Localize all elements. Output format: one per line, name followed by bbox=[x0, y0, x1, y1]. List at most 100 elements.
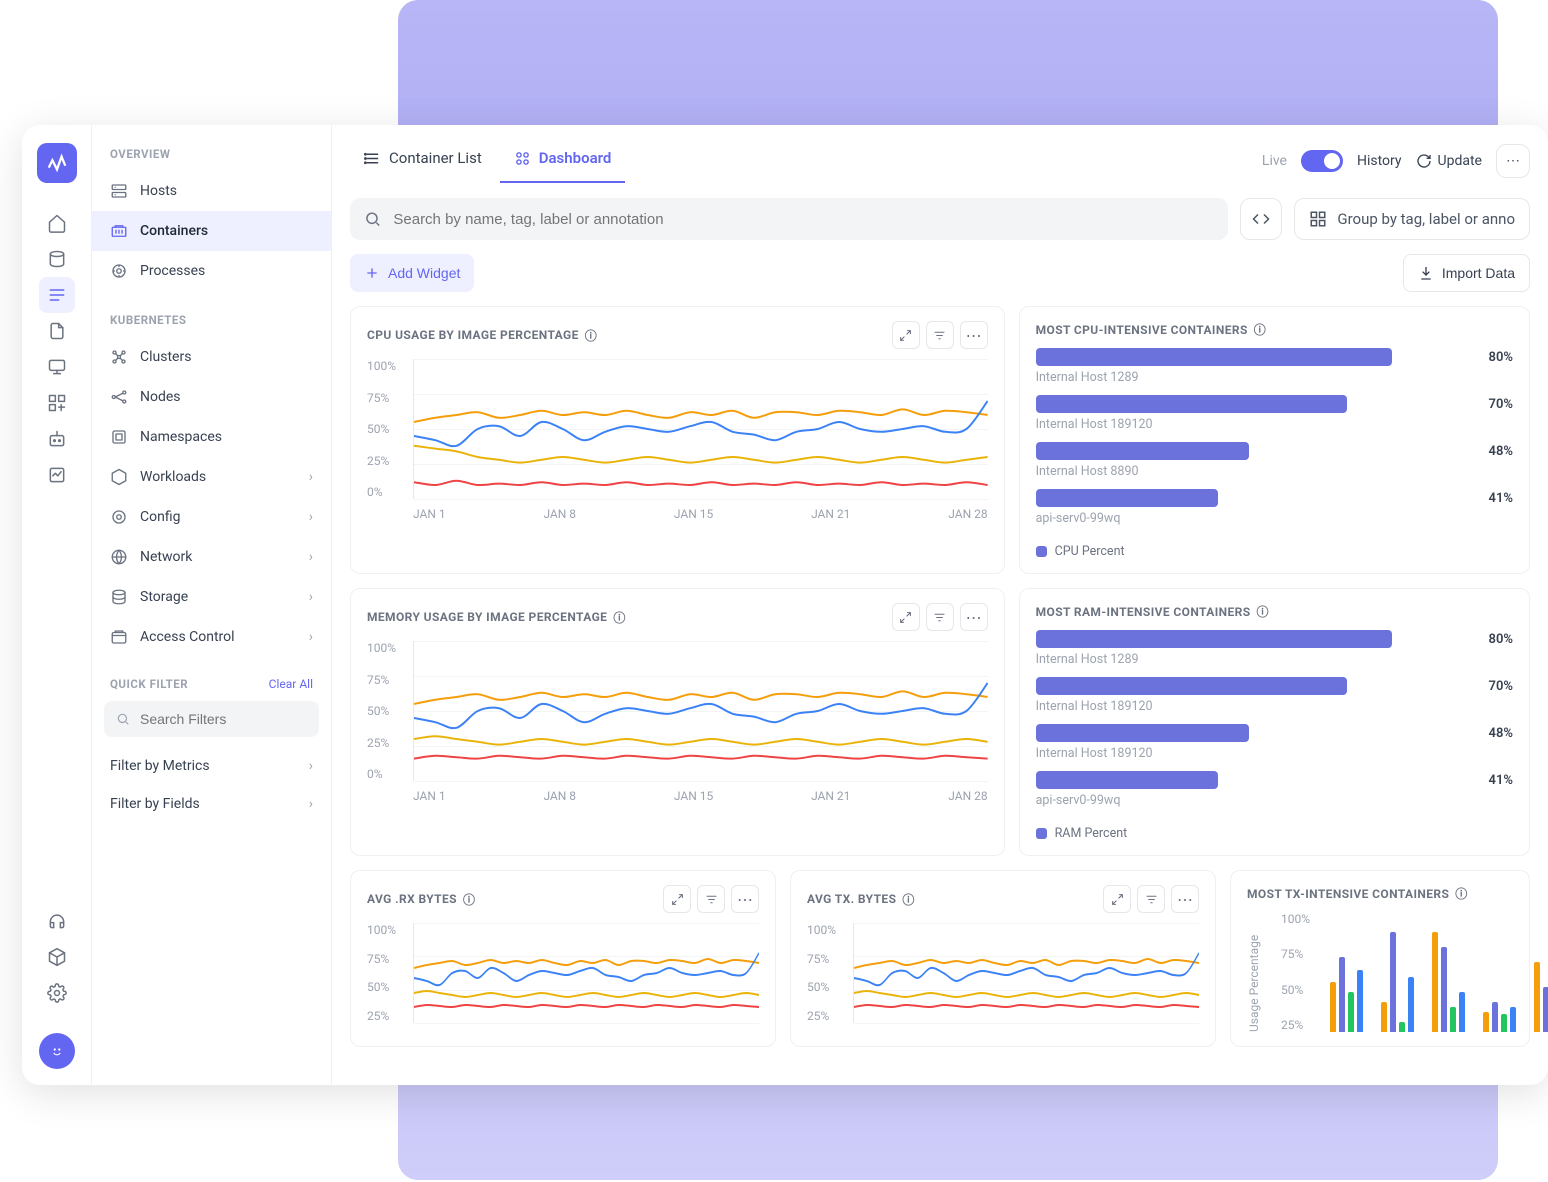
info-icon[interactable]: ⓘ bbox=[1455, 885, 1467, 902]
info-icon[interactable]: ⓘ bbox=[613, 609, 625, 626]
search-input[interactable] bbox=[393, 211, 1214, 228]
bar-value: 70% bbox=[1489, 397, 1513, 412]
y-tick: 0% bbox=[367, 485, 396, 499]
info-icon[interactable]: ⓘ bbox=[1257, 603, 1269, 620]
bar-group bbox=[1381, 932, 1414, 1032]
groupby-button[interactable]: Group by tag, label or anno bbox=[1294, 198, 1530, 240]
more-icon[interactable]: ⋯ bbox=[960, 603, 988, 631]
info-icon[interactable]: ⓘ bbox=[1254, 321, 1266, 338]
monitor-icon[interactable] bbox=[39, 349, 75, 385]
tab-container-list[interactable]: Container List bbox=[350, 139, 496, 183]
workloads-icon bbox=[110, 468, 128, 486]
tab-dashboard[interactable]: Dashboard bbox=[500, 139, 626, 183]
filter-icon[interactable] bbox=[697, 885, 725, 913]
bar bbox=[1330, 982, 1336, 1032]
sidebar-item-config[interactable]: Config› bbox=[92, 497, 331, 537]
more-icon[interactable]: ⋯ bbox=[1171, 885, 1199, 913]
bar bbox=[1432, 932, 1438, 1032]
expand-icon[interactable] bbox=[892, 321, 920, 349]
topbar: Container ListDashboard Live History Upd… bbox=[332, 125, 1548, 184]
more-icon[interactable]: ⋯ bbox=[731, 885, 759, 913]
rx-card: AVG .RX BYTESⓘ ⋯ 100%75%50%25% bbox=[350, 870, 776, 1047]
chevron-right-icon: › bbox=[309, 758, 313, 774]
import-data-button[interactable]: Import Data bbox=[1403, 254, 1530, 292]
y-tick: 50% bbox=[1281, 983, 1310, 997]
page-icon[interactable] bbox=[39, 313, 75, 349]
sidebar-item-access-control[interactable]: Access Control› bbox=[92, 617, 331, 657]
gear-icon[interactable] bbox=[39, 975, 75, 1011]
more-button[interactable]: ⋯ bbox=[1496, 144, 1530, 178]
sidebar-item-containers[interactable]: Containers bbox=[92, 211, 331, 251]
y-tick: 100% bbox=[807, 923, 836, 937]
y-tick: 50% bbox=[367, 704, 396, 718]
app-logo[interactable] bbox=[37, 143, 77, 183]
home-icon[interactable] bbox=[39, 205, 75, 241]
list-icon[interactable] bbox=[39, 277, 75, 313]
process-icon bbox=[110, 262, 128, 280]
code-button[interactable] bbox=[1240, 198, 1282, 240]
sidebar-item-namespaces[interactable]: Namespaces bbox=[92, 417, 331, 457]
add-widget-button[interactable]: Add Widget bbox=[350, 254, 474, 292]
x-tick: JAN 1 bbox=[413, 507, 446, 521]
database-icon[interactable] bbox=[39, 241, 75, 277]
grid-icon[interactable] bbox=[39, 385, 75, 421]
card-title: MOST TX-INTENSIVE CONTAINERSⓘ bbox=[1247, 885, 1468, 902]
sidebar-item-clusters[interactable]: Clusters bbox=[92, 337, 331, 377]
y-tick: 25% bbox=[367, 736, 396, 750]
sidebar-item-label: Config bbox=[140, 509, 180, 525]
sidebar-item-storage[interactable]: Storage› bbox=[92, 577, 331, 617]
sidebar-item-nodes[interactable]: Nodes bbox=[92, 377, 331, 417]
sidebar-item-processes[interactable]: Processes bbox=[92, 251, 331, 291]
update-button[interactable]: Update bbox=[1416, 153, 1482, 169]
bar-value: 48% bbox=[1489, 444, 1513, 459]
expand-icon[interactable] bbox=[892, 603, 920, 631]
live-label: Live bbox=[1262, 153, 1287, 169]
bar-value: 48% bbox=[1489, 726, 1513, 741]
filter-icon[interactable] bbox=[1137, 885, 1165, 913]
live-history-toggle[interactable] bbox=[1301, 150, 1343, 172]
more-icon[interactable]: ⋯ bbox=[960, 321, 988, 349]
info-icon[interactable]: ⓘ bbox=[902, 891, 914, 908]
content: CPU USAGE BY IMAGE PERCENTAGEⓘ ⋯ 100%75%… bbox=[332, 306, 1548, 1085]
config-icon bbox=[110, 508, 128, 526]
x-tick: JAN 28 bbox=[948, 789, 987, 803]
bar-item: 48% bbox=[1036, 724, 1513, 742]
x-tick: JAN 8 bbox=[543, 507, 576, 521]
filter-icon[interactable] bbox=[926, 321, 954, 349]
y-tick: 100% bbox=[367, 641, 396, 655]
sidebar-item-hosts[interactable]: Hosts bbox=[92, 171, 331, 211]
sidebar-item-label: Nodes bbox=[140, 389, 181, 405]
x-tick: JAN 1 bbox=[413, 789, 446, 803]
robot-icon[interactable] bbox=[39, 421, 75, 457]
activity-icon[interactable] bbox=[39, 457, 75, 493]
info-icon[interactable]: ⓘ bbox=[585, 327, 597, 344]
y-tick: 100% bbox=[1281, 912, 1310, 926]
filter-icon[interactable] bbox=[926, 603, 954, 631]
sidebar-item-network[interactable]: Network› bbox=[92, 537, 331, 577]
info-icon[interactable]: ⓘ bbox=[463, 891, 475, 908]
user-avatar[interactable] bbox=[39, 1033, 75, 1069]
topbar-right: Live History Update ⋯ bbox=[1262, 144, 1530, 178]
expand-icon[interactable] bbox=[663, 885, 691, 913]
filter-search[interactable] bbox=[104, 701, 319, 737]
y-tick: 25% bbox=[1281, 1018, 1310, 1032]
sidebar: OVERVIEWHostsContainersProcessesKUBERNET… bbox=[92, 125, 332, 1085]
y-tick: 50% bbox=[367, 980, 396, 994]
sidebar-item-label: Network bbox=[140, 549, 192, 565]
expand-icon[interactable] bbox=[1103, 885, 1131, 913]
list-icon bbox=[364, 150, 381, 167]
filter-filter-by-metrics[interactable]: Filter by Metrics› bbox=[92, 747, 331, 785]
filter-search-input[interactable] bbox=[140, 711, 307, 727]
sidebar-item-workloads[interactable]: Workloads› bbox=[92, 457, 331, 497]
filter-filter-by-fields[interactable]: Filter by Fields› bbox=[92, 785, 331, 823]
cube-icon[interactable] bbox=[39, 939, 75, 975]
bar bbox=[1450, 1007, 1456, 1032]
bar-label: api-serv0-99wq bbox=[1036, 793, 1513, 808]
headset-icon[interactable] bbox=[39, 903, 75, 939]
search-box[interactable] bbox=[350, 198, 1228, 240]
bar bbox=[1408, 977, 1414, 1032]
chevron-right-icon: › bbox=[309, 796, 313, 812]
clear-all-link[interactable]: Clear All bbox=[269, 677, 313, 691]
mem-usage-card: MEMORY USAGE BY IMAGE PERCENTAGEⓘ ⋯ 100%… bbox=[350, 588, 1005, 856]
bar bbox=[1492, 1002, 1498, 1032]
